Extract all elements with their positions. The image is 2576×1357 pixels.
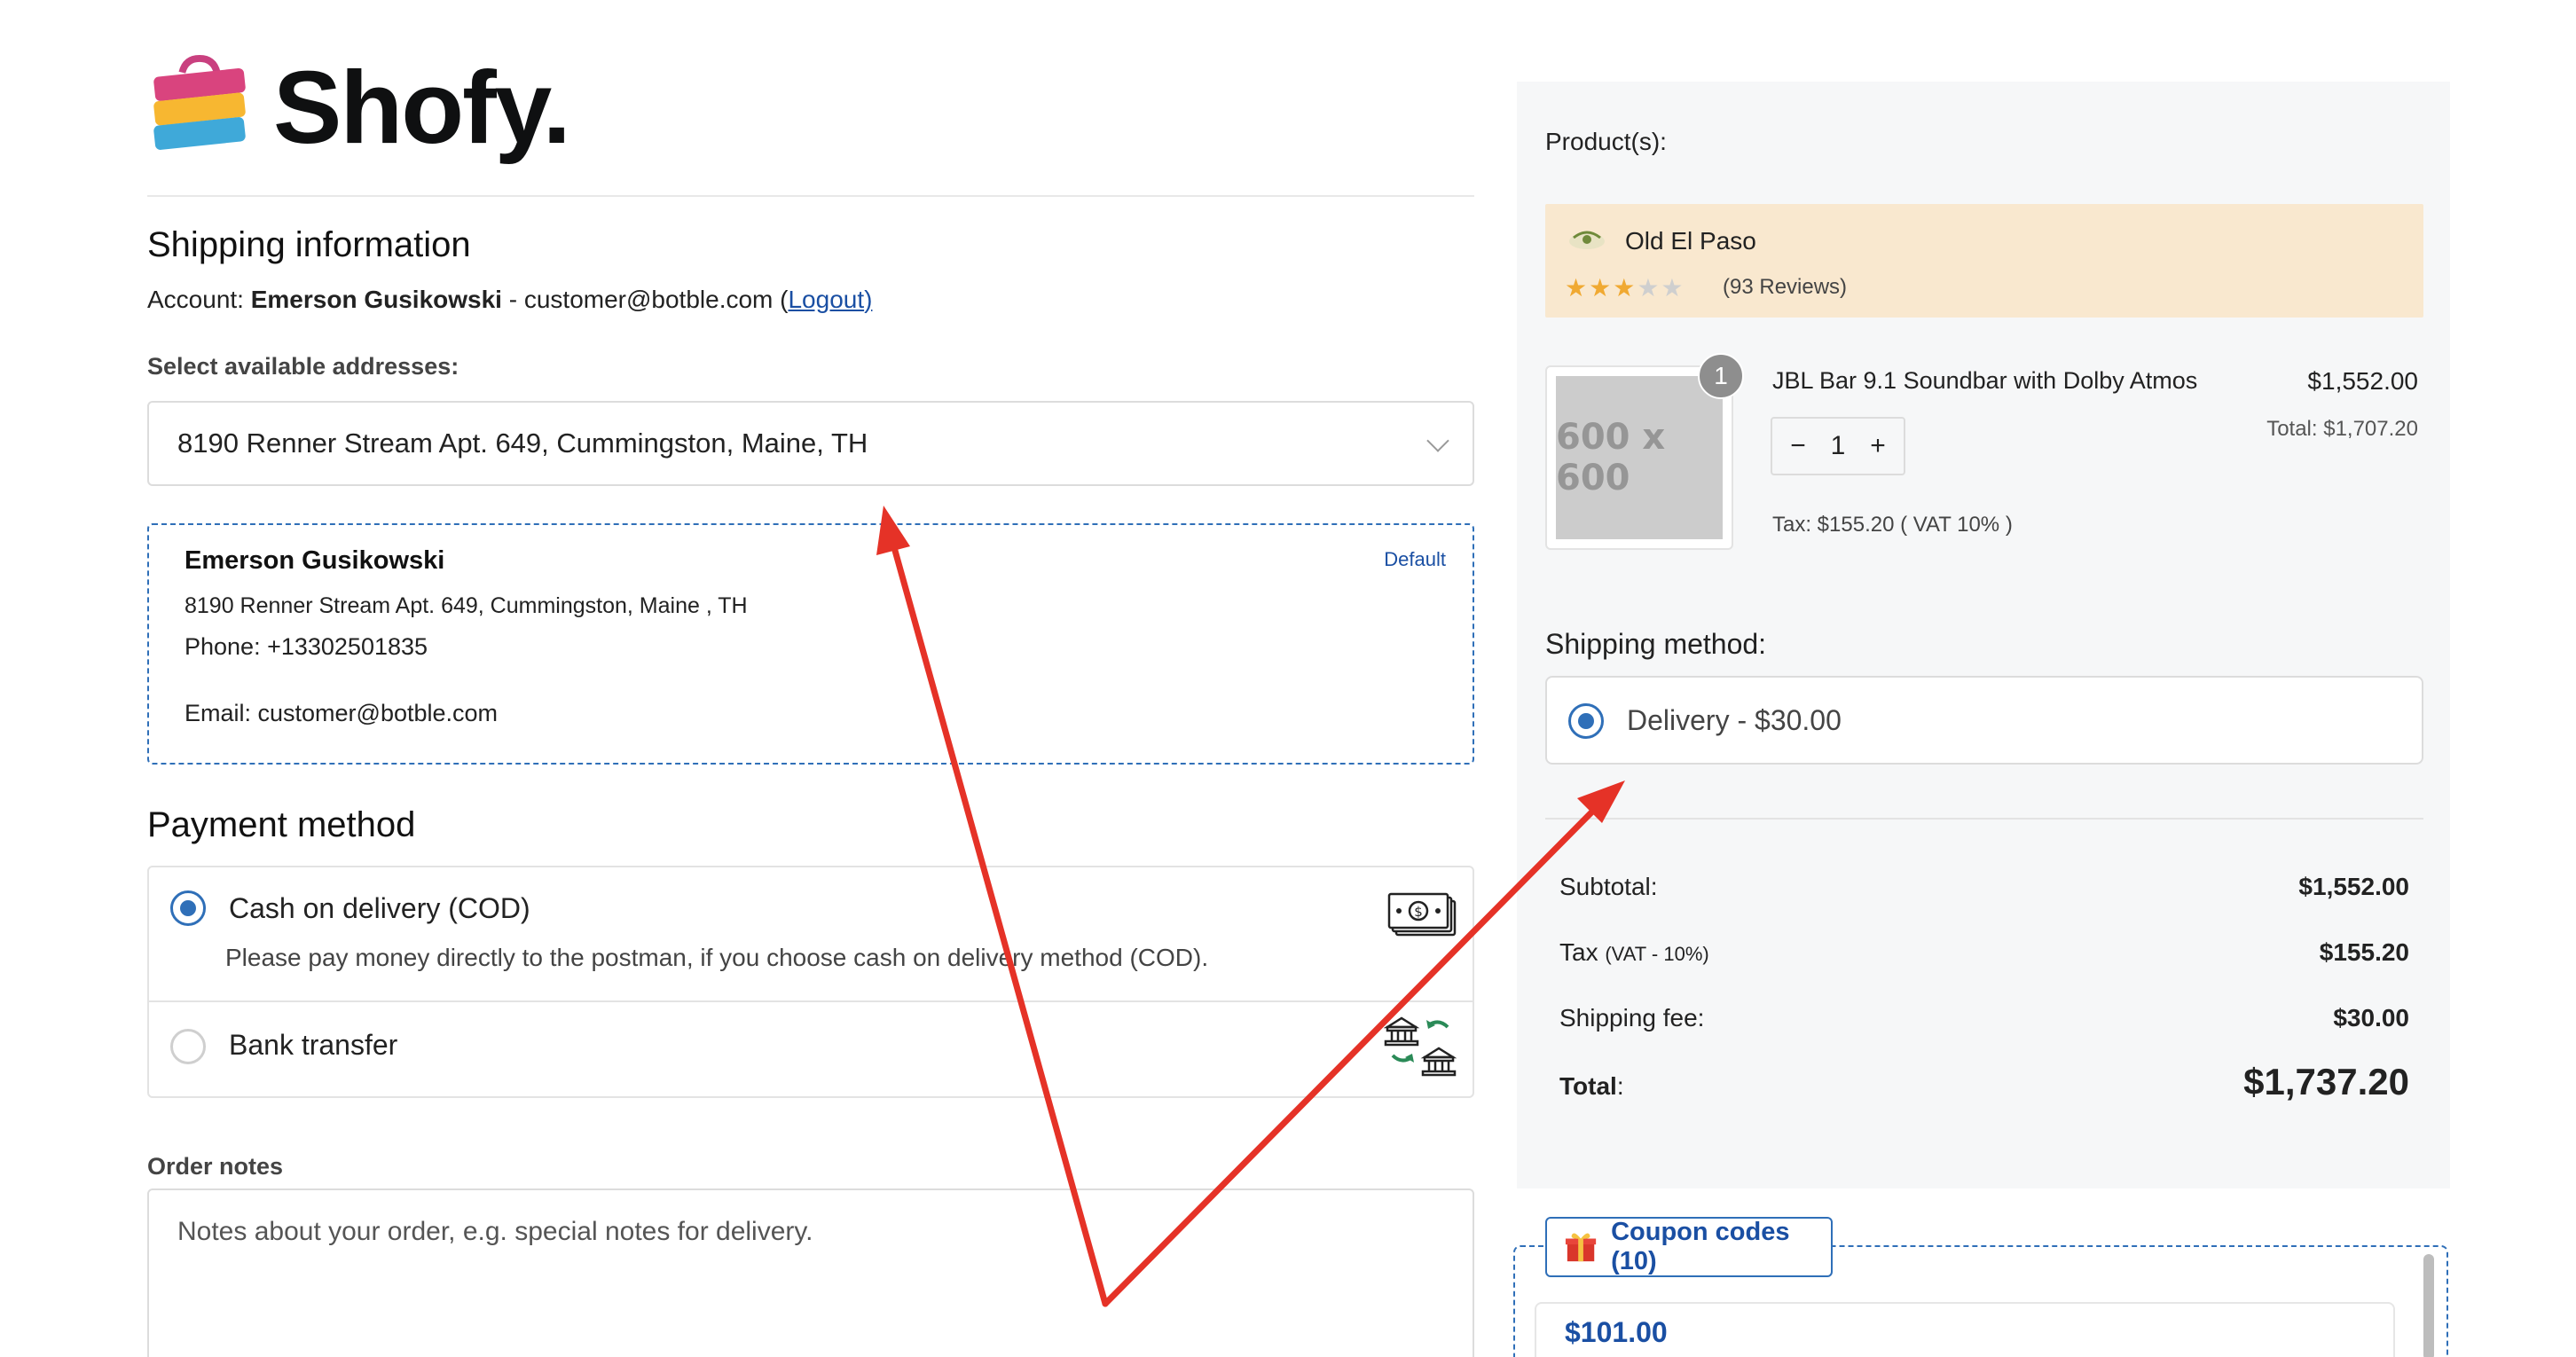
total-row: Total: $1,737.20 — [1559, 1061, 2409, 1102]
default-badge: Default — [1384, 548, 1446, 570]
address-email: Email: customer@botble.com — [185, 700, 499, 726]
shipping-option-label: Delivery - $30.00 — [1627, 704, 1842, 736]
gift-icon — [1565, 1233, 1597, 1262]
svg-text:$: $ — [1414, 904, 1423, 920]
divider — [147, 195, 1474, 197]
product-price: $1,552.00 — [2307, 367, 2418, 395]
shipping-fee-row: Shipping fee: $30.00 — [1559, 1004, 2409, 1031]
order-notes-input[interactable]: Notes about your order, e.g. special not… — [147, 1188, 1474, 1357]
shopping-bag-icon — [153, 55, 246, 150]
subtotal-row: Subtotal: $1,552.00 — [1559, 873, 2409, 900]
cash-icon: $ — [1387, 892, 1457, 937]
account-name: Emerson Gusikowski — [250, 286, 502, 313]
logout-link[interactable]: Logout — [788, 286, 864, 313]
payment-desc: Please pay money directly to the postman… — [225, 944, 1209, 971]
tax-value: $155.20 — [2319, 938, 2409, 966]
shipping-title: Shipping information — [147, 225, 471, 264]
address-line: 8190 Renner Stream Apt. 649, Cummingston… — [185, 593, 748, 618]
store-card[interactable]: Old El Paso ★★★★★ (93 Reviews) — [1545, 204, 2423, 318]
cod-radio[interactable] — [170, 890, 206, 926]
quantity-stepper: − 1 + — [1771, 417, 1905, 475]
brand-name: Shofy. — [273, 50, 571, 165]
coupon-codes-button[interactable]: Coupon codes (10) — [1545, 1217, 1833, 1277]
payment-name: Cash on delivery (COD) — [229, 892, 530, 924]
payment-option-bank[interactable]: Bank transfer — [149, 1002, 1473, 1098]
coupon-codes-label: Coupon codes (10) — [1611, 1218, 1790, 1275]
shipping-option[interactable]: Delivery - $30.00 — [1545, 676, 2423, 765]
product-total: Total: $1,707.20 — [2266, 417, 2418, 441]
quantity-badge: 1 — [1698, 353, 1744, 399]
shipping-fee-value: $30.00 — [2333, 1004, 2409, 1031]
address-phone: Phone: +13302501835 — [185, 633, 428, 660]
address-card[interactable]: Emerson Gusikowski 8190 Renner Stream Ap… — [147, 523, 1474, 765]
plus-icon[interactable]: + — [1865, 431, 1891, 461]
product-image-placeholder: 600 x 600 — [1556, 376, 1723, 539]
shipping-method-title: Shipping method: — [1545, 628, 1767, 660]
store-logo-icon — [1569, 231, 1605, 249]
selected-address: 8190 Renner Stream Apt. 649, Cummingston… — [177, 427, 868, 459]
quantity-value[interactable]: 1 — [1825, 431, 1851, 461]
review-count: (93 Reviews) — [1723, 275, 1848, 299]
payment-name: Bank transfer — [229, 1029, 398, 1061]
product-tax: Tax: $155.20 ( VAT 10% ) — [1772, 513, 2013, 537]
bank-transfer-icon — [1384, 1016, 1457, 1077]
payment-option-cod[interactable]: Cash on delivery (COD) Please pay money … — [149, 867, 1473, 1002]
product-name[interactable]: JBL Bar 9.1 Soundbar with Dolby Atmos — [1772, 367, 2197, 395]
payment-title: Payment method — [147, 805, 416, 844]
star-rating: ★★★★★ — [1565, 274, 1685, 302]
payment-methods: Cash on delivery (COD) Please pay money … — [147, 866, 1474, 1098]
account-line: Account: Emerson Gusikowski - customer@b… — [147, 286, 873, 313]
minus-icon[interactable]: − — [1785, 431, 1811, 461]
total-value: $1,737.20 — [2243, 1061, 2409, 1102]
address-select[interactable]: 8190 Renner Stream Apt. 649, Cummingston… — [147, 401, 1474, 486]
bank-radio[interactable] — [170, 1029, 206, 1064]
divider — [1545, 818, 2423, 820]
chevron-down-icon — [1426, 429, 1449, 452]
order-notes-label: Order notes — [147, 1153, 284, 1180]
address-select-label: Select available addresses: — [147, 353, 459, 380]
address-name: Emerson Gusikowski — [185, 546, 445, 575]
products-label: Product(s): — [1545, 128, 1667, 155]
subtotal-value: $1,552.00 — [2298, 873, 2409, 900]
coupon-amount: $101.00 — [1565, 1316, 1668, 1348]
coupon-card[interactable]: $101.00 — [1535, 1302, 2395, 1357]
coupon-scrollbar[interactable] — [2423, 1254, 2434, 1357]
brand-logo[interactable]: Shofy. — [147, 50, 571, 165]
delivery-radio[interactable] — [1568, 703, 1604, 739]
tax-row: Tax (VAT - 10%) $155.20 — [1559, 938, 2409, 966]
store-name: Old El Paso — [1625, 227, 1756, 255]
